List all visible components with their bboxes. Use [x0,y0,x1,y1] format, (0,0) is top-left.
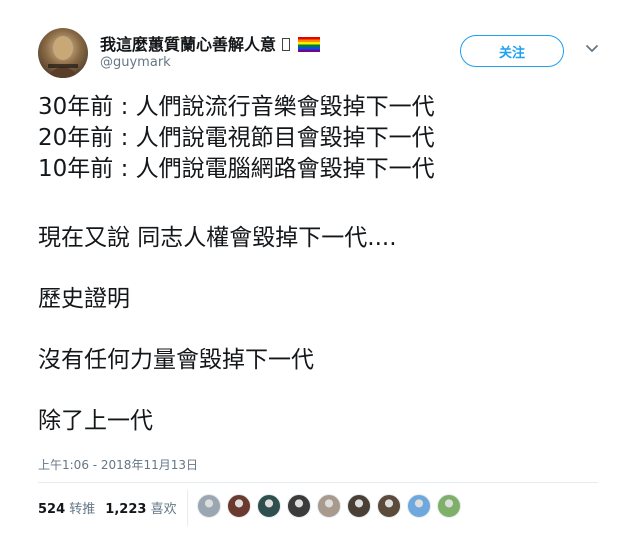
tweet-text: 30年前 : 人們說流行音樂會毀掉下一代 20年前 : 人們說電視節目會毀掉下一… [38,92,598,437]
tweet-line: 20年前 : 人們說電視節目會毀掉下一代 [38,125,435,151]
retweets-label: 转推 [69,502,96,517]
liker-avatars [197,494,467,520]
display-name-text: 我這麼蕙質蘭心善解人意 [100,35,277,54]
retweets-count: 524 [38,502,66,517]
tweet-line: 沒有任何力量會毀掉下一代 [38,347,314,373]
tweet-header: 我這麼蕙質蘭心善解人意 @guymark 关注 [38,24,608,80]
liker-avatar-icon[interactable] [287,494,311,518]
likes-label: 喜欢 [150,502,177,517]
engagement-stats: 524 转推 1,223 喜欢 [38,498,177,517]
likes-stat[interactable]: 1,223 喜欢 [105,502,176,517]
tweet-line: 10年前 : 人們說電腦網路會毀掉下一代 [38,156,435,182]
tweet-line: 除了上一代 [38,408,153,434]
chevron-down-icon[interactable] [584,40,600,56]
liker-avatar-icon[interactable] [317,494,341,518]
tweet-line: 現在又說 同志人權會毀掉下一代.... [38,225,397,251]
profile-photo-icon[interactable] [38,28,88,78]
rainbow-flag-icon [298,37,321,52]
liker-avatar-icon[interactable] [227,494,251,518]
divider [38,482,598,483]
user-handle[interactable]: @guymark [100,55,171,70]
liker-avatar-icon[interactable] [377,494,401,518]
follow-button[interactable]: 关注 [460,35,564,67]
tweet-line: 30年前 : 人們說流行音樂會毀掉下一代 [38,94,435,120]
missing-glyph-icon [282,38,291,51]
divider [187,490,188,526]
likes-count: 1,223 [105,502,147,517]
default-avatar-icon[interactable] [197,494,221,518]
tweet-line: 歷史證明 [38,286,130,312]
liker-avatar-icon[interactable] [437,494,461,518]
liker-avatar-icon[interactable] [347,494,371,518]
display-name[interactable]: 我這麼蕙質蘭心善解人意 [100,31,321,55]
liker-avatar-icon[interactable] [407,494,431,518]
liker-avatar-icon[interactable] [257,494,281,518]
tweet-timestamp[interactable]: 上午1:06 - 2018年11月13日 [38,456,198,473]
retweets-stat[interactable]: 524 转推 [38,502,95,517]
